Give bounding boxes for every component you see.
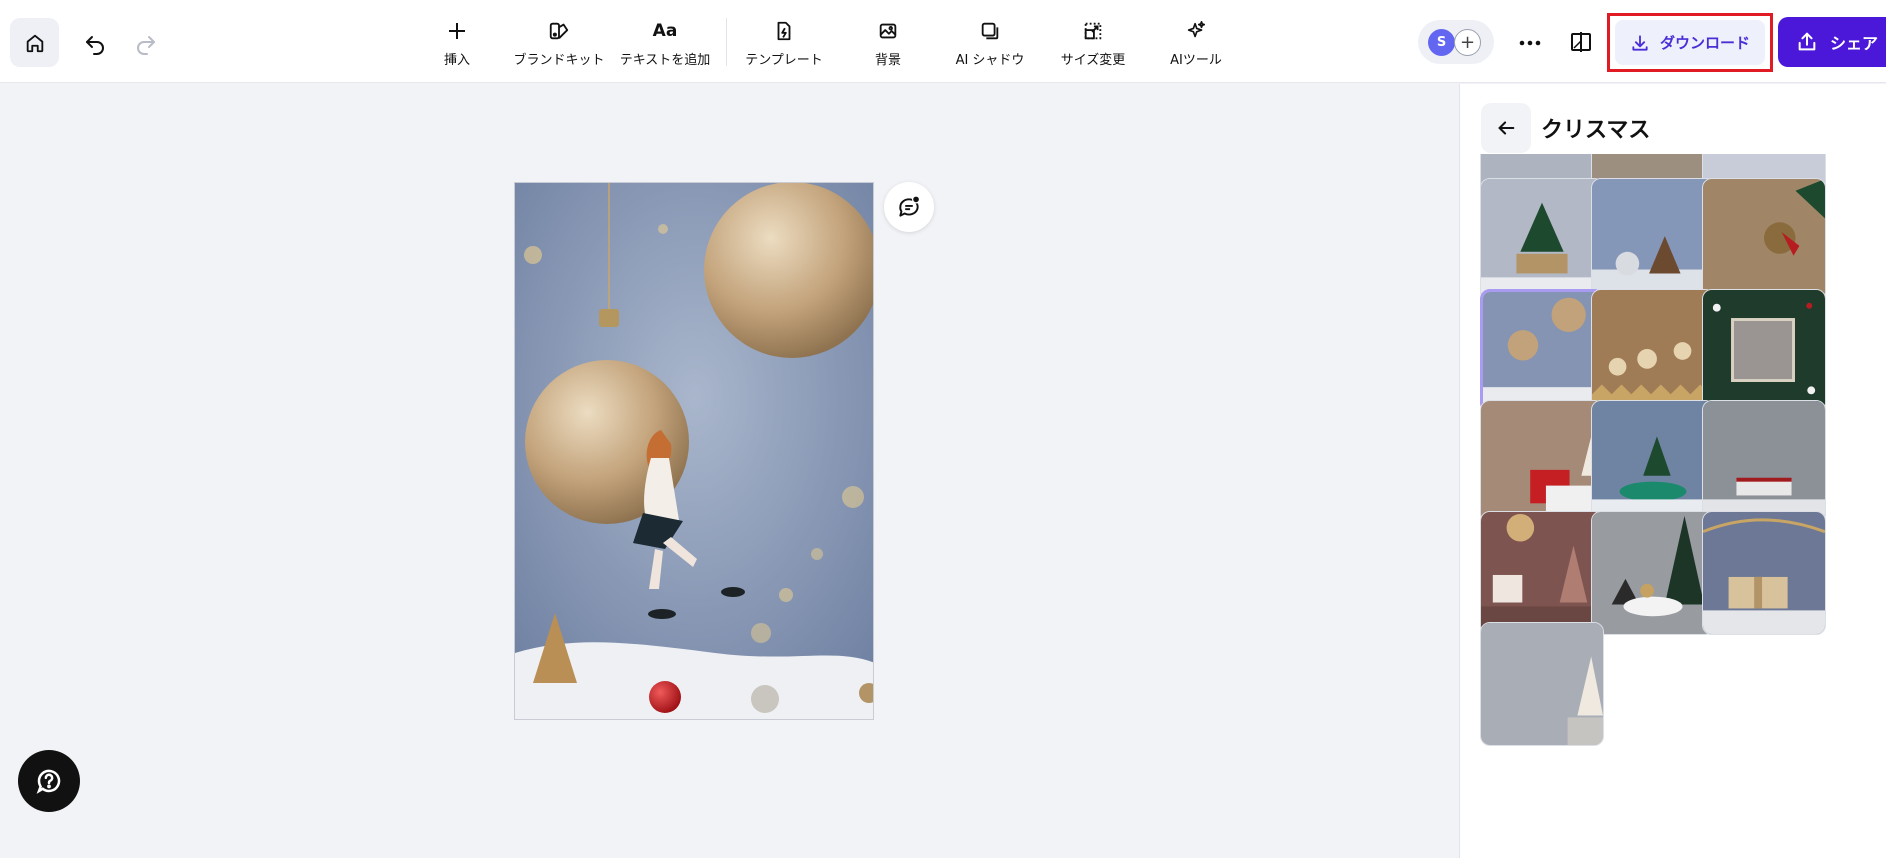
brand-kit-label: ブランドキット	[513, 53, 605, 68]
help-button[interactable]	[18, 750, 80, 812]
thumbnail[interactable]	[1702, 511, 1826, 635]
insert-label: 挿入	[443, 53, 470, 68]
thumbnail[interactable]	[1702, 178, 1826, 302]
undo-button[interactable]	[77, 25, 113, 61]
template-icon	[777, 21, 791, 41]
add-text-button[interactable]: Aa テキストを追加	[619, 14, 711, 72]
compare-button[interactable]	[1565, 26, 1597, 58]
more-options-button[interactable]	[1515, 28, 1545, 58]
redo-button[interactable]	[128, 25, 164, 61]
top-toolbar: 挿入 ブランドキット Aa テキストを追加 テンプレート 背景 AI シャドウ …	[0, 0, 1886, 83]
thumbnail[interactable]	[1591, 400, 1715, 524]
back-button[interactable]	[1481, 103, 1531, 153]
add-collaborator-button[interactable]: +	[1454, 29, 1481, 56]
text-icon: Aa	[652, 21, 678, 41]
template-label: テンプレート	[745, 53, 823, 68]
download-icon	[1632, 34, 1648, 51]
design-canvas[interactable]	[0, 84, 1458, 858]
ai-shadow-label: AI シャドウ	[955, 53, 1025, 68]
thumbnail[interactable]	[1591, 511, 1715, 635]
toolbar-divider	[726, 18, 727, 66]
template-button[interactable]: テンプレート	[745, 14, 823, 72]
panel-title: クリスマス	[1541, 118, 1651, 143]
artboard-image[interactable]	[514, 182, 874, 720]
add-comment-button[interactable]	[884, 182, 934, 232]
ai-shadow-icon	[981, 22, 999, 40]
thumbnail[interactable]	[1480, 178, 1604, 302]
ai-tools-button[interactable]: AIツール	[1168, 14, 1224, 72]
avatar[interactable]: S	[1428, 29, 1455, 56]
ai-shadow-button[interactable]: AI シャドウ	[950, 14, 1030, 72]
home-icon	[26, 34, 43, 52]
background-thumbnail-grid	[1480, 154, 1886, 858]
background-icon	[879, 23, 897, 39]
thumbnail[interactable]	[1591, 289, 1715, 413]
add-text-label: テキストを追加	[619, 53, 711, 68]
ai-tools-label: AIツール	[1170, 53, 1222, 68]
download-button[interactable]: ダウンロード	[1615, 20, 1765, 65]
christmas-scene-image	[515, 183, 873, 719]
resize-button[interactable]: サイズ変更	[1058, 14, 1128, 72]
collaborators: S +	[1418, 20, 1494, 64]
insert-button[interactable]: 挿入	[437, 14, 477, 72]
background-panel: クリスマス	[1459, 84, 1886, 858]
plus-icon	[449, 23, 465, 39]
brand-kit-icon	[549, 22, 569, 40]
compare-icon	[1571, 32, 1591, 52]
share-button[interactable]: シェア	[1778, 17, 1886, 67]
thumbnail[interactable]	[1480, 511, 1604, 635]
back-arrow-icon	[1498, 121, 1515, 135]
resize-label: サイズ変更	[1060, 53, 1126, 68]
sparkle-icon	[1187, 21, 1206, 38]
thumbnail[interactable]	[1480, 400, 1604, 524]
redo-icon	[137, 36, 155, 55]
background-label: 背景	[874, 53, 901, 68]
share-label: シェア	[1830, 34, 1879, 53]
thumbnail[interactable]	[1480, 622, 1604, 746]
home-button[interactable]	[10, 18, 59, 67]
undo-icon	[86, 36, 104, 55]
share-icon	[1798, 32, 1816, 51]
resize-icon	[1084, 22, 1102, 40]
thumbnail[interactable]	[1591, 178, 1715, 302]
more-icon	[1519, 40, 1541, 46]
thumbnail[interactable]	[1702, 289, 1826, 413]
comment-icon	[899, 195, 921, 217]
brand-kit-button[interactable]: ブランドキット	[513, 14, 605, 72]
thumbnail-selected[interactable]	[1480, 289, 1604, 413]
download-label: ダウンロード	[1659, 34, 1750, 52]
background-button[interactable]: 背景	[870, 14, 906, 72]
thumbnail[interactable]	[1702, 400, 1826, 524]
help-icon	[36, 769, 61, 794]
